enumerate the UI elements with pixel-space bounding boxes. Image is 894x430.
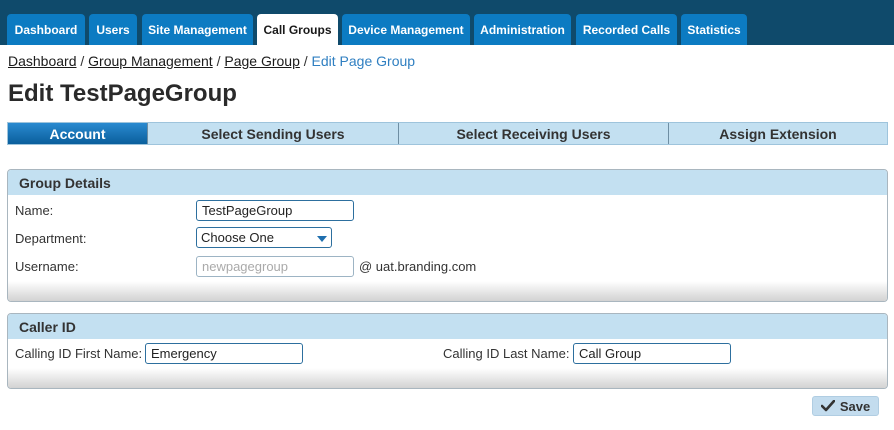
- calling-id-first-name-label: Calling ID First Name:: [15, 346, 143, 361]
- nav-tab-statistics[interactable]: Statistics: [681, 14, 747, 45]
- step-account[interactable]: Account: [8, 123, 148, 144]
- breadcrumb-separator: /: [299, 53, 312, 69]
- nav-tab-dashboard[interactable]: Dashboard: [7, 14, 85, 45]
- nav-tab-call-groups[interactable]: Call Groups: [257, 14, 338, 45]
- nav-tab-users[interactable]: Users: [89, 14, 137, 45]
- checkmark-icon: [820, 400, 835, 412]
- department-selected-value: Choose One: [201, 230, 274, 245]
- nav-tab-administration[interactable]: Administration: [474, 14, 571, 45]
- department-select[interactable]: Choose One: [196, 227, 332, 248]
- caller-id-header: Caller ID: [8, 314, 887, 339]
- chevron-down-icon: [317, 236, 327, 242]
- username-input[interactable]: [196, 256, 354, 277]
- nav-tab-device-management[interactable]: Device Management: [342, 14, 470, 45]
- breadcrumb-page-group[interactable]: Page Group: [224, 53, 300, 69]
- step-assign-extension[interactable]: Assign Extension: [669, 123, 887, 144]
- save-button[interactable]: Save: [812, 396, 879, 416]
- step-select-receiving-users[interactable]: Select Receiving Users: [399, 123, 669, 144]
- group-details-header: Group Details: [8, 170, 887, 195]
- caller-id-panel: Caller ID Calling ID First Name: Calling…: [7, 313, 888, 389]
- breadcrumb-group-management[interactable]: Group Management: [88, 53, 213, 69]
- panel-footer: [8, 281, 887, 301]
- name-input[interactable]: [196, 200, 354, 221]
- username-label: Username:: [15, 259, 79, 274]
- top-navigation: Dashboard Users Site Management Call Gro…: [0, 0, 894, 45]
- wizard-steps: Account Select Sending Users Select Rece…: [7, 122, 888, 145]
- step-select-sending-users[interactable]: Select Sending Users: [148, 123, 399, 144]
- group-details-panel: Group Details Name: Department: Choose O…: [7, 169, 888, 302]
- breadcrumb-dashboard[interactable]: Dashboard: [8, 53, 77, 69]
- calling-id-last-name-label: Calling ID Last Name:: [443, 346, 570, 361]
- username-domain: @ uat.branding.com: [359, 259, 477, 274]
- nav-tab-recorded-calls[interactable]: Recorded Calls: [576, 14, 677, 45]
- breadcrumb: Dashboard / Group Management / Page Grou…: [8, 53, 415, 69]
- calling-id-first-name-input[interactable]: [145, 343, 303, 364]
- nav-tab-site-management[interactable]: Site Management: [142, 14, 253, 45]
- name-label: Name:: [15, 203, 54, 218]
- breadcrumb-separator: /: [76, 53, 89, 69]
- calling-id-last-name-input[interactable]: [573, 343, 731, 364]
- save-label: Save: [839, 398, 871, 414]
- page-title: Edit TestPageGroup: [8, 80, 237, 107]
- breadcrumb-separator: /: [212, 53, 225, 69]
- panel-footer: [8, 368, 887, 388]
- breadcrumb-current: Edit Page Group: [311, 53, 416, 69]
- department-label: Department:: [15, 231, 87, 246]
